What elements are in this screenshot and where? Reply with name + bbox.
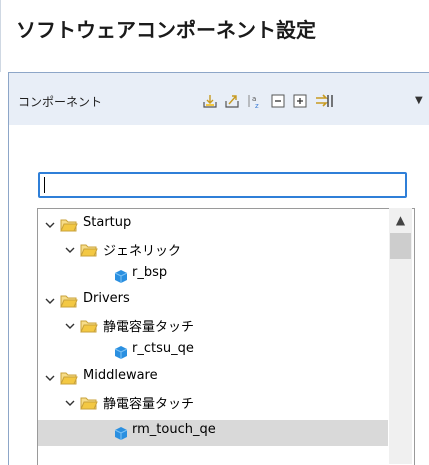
- title-bar: ソフトウェアコンポーネント設定: [0, 0, 429, 72]
- sort-icon[interactable]: a z: [246, 93, 262, 109]
- tree-item-label: Drivers: [83, 291, 130, 306]
- chevron-down-icon[interactable]: [65, 245, 75, 255]
- tree-item-label: Startup: [83, 215, 132, 230]
- window-title: ソフトウェアコンポーネント設定: [16, 18, 316, 42]
- import-icon[interactable]: [202, 93, 218, 109]
- collapse-all-icon[interactable]: [270, 93, 286, 109]
- tree-item-label: rm_touch_qe: [132, 422, 216, 437]
- text-cursor: [44, 177, 45, 193]
- view-menu-icon[interactable]: ▼: [415, 95, 425, 107]
- scroll-thumb[interactable]: [390, 233, 411, 259]
- tree-item-label: 静電容量タッチ: [103, 397, 195, 412]
- chevron-down-icon[interactable]: [65, 321, 75, 331]
- export-icon[interactable]: [224, 93, 240, 109]
- panel-header: コンポーネント a z ▼: [9, 73, 429, 125]
- svg-text:z: z: [255, 102, 259, 109]
- link-icon[interactable]: [315, 93, 335, 109]
- chevron-down-icon[interactable]: [65, 398, 75, 408]
- chevron-down-icon[interactable]: [45, 373, 55, 383]
- chevron-down-icon[interactable]: [45, 220, 55, 230]
- folder-open-icon: [60, 372, 78, 385]
- folder-open-icon: [80, 244, 98, 257]
- tree-item-label: 静電容量タッチ: [103, 320, 195, 335]
- tree-item-label: ジェネリック: [103, 244, 182, 259]
- search-input[interactable]: [38, 172, 407, 198]
- panel-title: コンポーネント: [18, 95, 103, 109]
- tree-item-label: r_ctsu_qe: [132, 341, 194, 356]
- component-icon: [114, 270, 128, 283]
- folder-open-icon: [60, 219, 78, 232]
- component-icon: [114, 346, 128, 359]
- folder-open-icon: [80, 320, 98, 333]
- folder-open-icon: [80, 397, 98, 410]
- expand-all-icon[interactable]: [292, 93, 308, 109]
- tree-item-label: Middleware: [83, 368, 158, 383]
- folder-open-icon: [60, 295, 78, 308]
- scroll-up-arrow-icon[interactable]: ▲: [389, 211, 412, 229]
- chevron-down-icon[interactable]: [45, 296, 55, 306]
- tree-item-label: r_bsp: [132, 265, 168, 280]
- component-icon: [114, 427, 128, 440]
